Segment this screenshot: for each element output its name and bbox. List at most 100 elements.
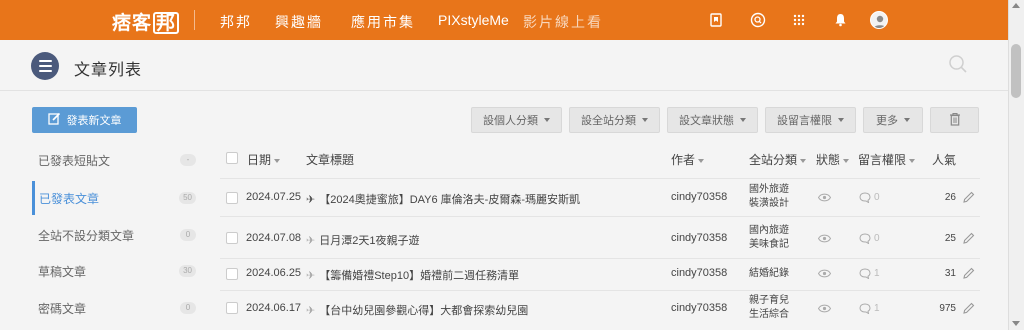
nav-interest-wall[interactable]: 興趣牆 bbox=[275, 12, 323, 32]
bookmark-icon[interactable] bbox=[707, 11, 725, 29]
set-post-status-button[interactable]: 設文章狀態 bbox=[667, 107, 758, 133]
comment-permission[interactable]: 1 bbox=[859, 303, 880, 314]
caret-down-icon bbox=[904, 118, 910, 122]
search-icon[interactable] bbox=[948, 54, 968, 79]
comment-icon bbox=[859, 192, 871, 203]
scroll-down-arrow-icon[interactable] bbox=[1012, 321, 1020, 326]
post-title-link[interactable]: ✈ 【籌備婚禮Step10】婚禮前二週任務清單 bbox=[306, 267, 519, 283]
table-row: 2024.07.08 ✈ 日月潭2天1夜親子遊 cindy70358 國內旅遊 美味… bbox=[220, 216, 980, 258]
site-category: 結婚紀錄 bbox=[749, 268, 789, 279]
row-checkbox[interactable] bbox=[226, 192, 238, 204]
row-checkbox[interactable] bbox=[226, 302, 238, 314]
column-header-site-category[interactable]: 全站分類 bbox=[749, 151, 807, 168]
delete-button[interactable] bbox=[930, 107, 979, 133]
search-circle-icon[interactable] bbox=[749, 11, 767, 29]
column-header-status[interactable]: 狀態 bbox=[816, 151, 850, 168]
sidebar-item-uncategorized-posts[interactable]: 全站不設分類文章 0 bbox=[32, 218, 200, 252]
count-badge: - bbox=[180, 154, 196, 166]
sidebar-item-drafts[interactable]: 草稿文章 30 bbox=[32, 254, 200, 288]
toolbar-label: 設留言權限 bbox=[777, 115, 832, 127]
caret-down-icon bbox=[642, 118, 648, 122]
comment-icon bbox=[859, 233, 871, 244]
post-date: 2024.06.25 bbox=[246, 267, 302, 279]
menu-button[interactable] bbox=[31, 52, 59, 80]
edit-icon bbox=[47, 112, 61, 128]
caret-down-icon bbox=[838, 118, 844, 122]
header-label: 日期 bbox=[247, 153, 272, 167]
post-date: 2024.06.17 bbox=[246, 302, 302, 314]
set-site-category-button[interactable]: 設全站分類 bbox=[569, 107, 660, 133]
airplane-icon: ✈ bbox=[306, 269, 316, 282]
set-comment-permission-button[interactable]: 設留言權限 bbox=[765, 107, 856, 133]
post-date: 2024.07.25 bbox=[246, 191, 302, 203]
post-title-link[interactable]: ✈ 【2024奧捷蜜旅】DAY6 庫倫洛夫-皮爾森-瑪麗安斯凱 bbox=[306, 191, 580, 207]
site-category: 親子育兒 bbox=[749, 295, 789, 306]
bell-icon[interactable] bbox=[831, 11, 849, 29]
edit-pencil-icon[interactable] bbox=[962, 191, 975, 207]
nav-divider bbox=[194, 10, 195, 30]
header-label: 狀態 bbox=[816, 153, 841, 167]
visibility-eye-icon[interactable] bbox=[817, 234, 832, 246]
scrollbar-thumb[interactable] bbox=[1011, 44, 1021, 98]
visibility-eye-icon[interactable] bbox=[817, 269, 832, 281]
sidebar-item-password-posts[interactable]: 密碼文章 0 bbox=[32, 291, 200, 325]
post-title-link[interactable]: ✈ 【台中幼兒園參觀心得】大都會探索幼兒園 bbox=[306, 302, 528, 318]
sort-caret-icon bbox=[909, 158, 916, 163]
pixnet-logo[interactable]: 痞客邦 bbox=[112, 8, 180, 35]
select-all-checkbox[interactable] bbox=[226, 152, 238, 164]
sidebar-item-label: 已發表文章 bbox=[39, 191, 100, 206]
edit-pencil-icon[interactable] bbox=[962, 232, 975, 248]
header-label: 全站分類 bbox=[749, 153, 798, 167]
comment-permission[interactable]: 0 bbox=[859, 192, 880, 203]
sidebar-item-label: 全站不設分類文章 bbox=[38, 228, 135, 243]
hamburger-icon-bar bbox=[38, 70, 52, 72]
toolbar-label: 設個人分類 bbox=[483, 115, 538, 127]
row-checkbox[interactable] bbox=[226, 268, 238, 280]
comment-icon bbox=[859, 268, 871, 279]
airplane-icon: ✈ bbox=[306, 304, 316, 317]
comment-count: 0 bbox=[874, 192, 880, 203]
header-divider bbox=[0, 90, 1008, 91]
scroll-up-arrow-icon[interactable] bbox=[1012, 3, 1020, 8]
post-title-link[interactable]: ✈ 日月潭2天1夜親子遊 bbox=[306, 232, 419, 248]
column-header-comment-permission[interactable]: 留言權限 bbox=[858, 151, 916, 168]
visibility-eye-icon[interactable] bbox=[817, 304, 832, 316]
caret-down-icon bbox=[544, 118, 550, 122]
post-author: cindy70358 bbox=[671, 267, 728, 279]
site-category: 國內旅遊 bbox=[749, 225, 789, 236]
sidebar-item-published-posts[interactable]: 已發表文章 50 bbox=[32, 181, 200, 215]
view-count: 26 bbox=[944, 192, 956, 203]
column-header-popularity: 人氣 bbox=[932, 153, 957, 167]
column-header-date[interactable]: 日期 bbox=[247, 151, 281, 168]
sort-caret-icon bbox=[800, 158, 807, 163]
post-author: cindy70358 bbox=[671, 232, 728, 244]
comment-permission[interactable]: 1 bbox=[859, 268, 880, 279]
grid-icon[interactable] bbox=[790, 11, 808, 29]
set-personal-category-button[interactable]: 設個人分類 bbox=[471, 107, 562, 133]
post-author: cindy70358 bbox=[671, 191, 728, 203]
edit-pencil-icon[interactable] bbox=[962, 302, 975, 318]
edit-pencil-icon[interactable] bbox=[962, 267, 975, 283]
new-post-label: 發表新文章 bbox=[66, 115, 122, 127]
column-header-author[interactable]: 作者 bbox=[671, 151, 705, 168]
new-post-button[interactable]: 發表新文章 bbox=[32, 107, 137, 133]
comment-icon bbox=[859, 303, 871, 314]
nav-video[interactable]: 影片線上看 bbox=[523, 12, 603, 32]
nav-bangbang[interactable]: 邦邦 bbox=[220, 12, 252, 32]
column-header-title: 文章標題 bbox=[306, 153, 355, 167]
row-checkbox[interactable] bbox=[226, 232, 238, 244]
comment-permission[interactable]: 0 bbox=[859, 233, 880, 244]
site-category: 裝潢設計 bbox=[749, 198, 789, 209]
sort-caret-icon bbox=[698, 158, 705, 163]
sidebar-item-label: 已發表短貼文 bbox=[38, 153, 111, 168]
comment-count: 1 bbox=[874, 268, 880, 279]
post-author: cindy70358 bbox=[671, 302, 728, 314]
nav-app-market[interactable]: 應用市集 bbox=[351, 12, 415, 32]
avatar[interactable] bbox=[870, 11, 888, 29]
post-date: 2024.07.08 bbox=[246, 232, 302, 244]
sidebar-item-short-posts[interactable]: 已發表短貼文 - bbox=[32, 143, 200, 177]
more-button[interactable]: 更多 bbox=[863, 107, 923, 133]
nav-pixstyleme[interactable]: PIXstyleMe bbox=[438, 12, 509, 28]
count-badge: 0 bbox=[180, 302, 196, 314]
visibility-eye-icon[interactable] bbox=[817, 193, 832, 205]
